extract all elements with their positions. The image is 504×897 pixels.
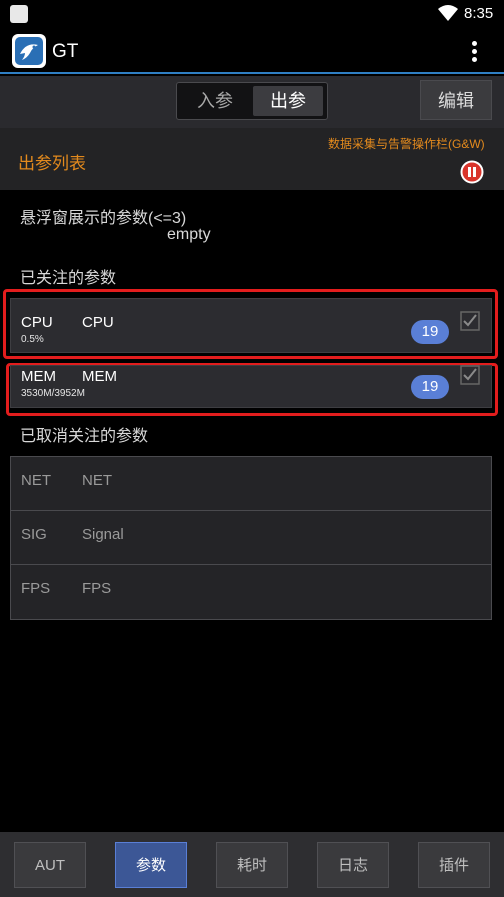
gt-logo-icon xyxy=(12,34,46,68)
nav-params-button[interactable]: 参数 xyxy=(115,842,187,888)
overflow-menu-icon[interactable] xyxy=(466,38,482,66)
pause-icon[interactable] xyxy=(460,160,484,184)
param-alias: MEM xyxy=(21,368,56,385)
status-bar xyxy=(0,0,504,28)
history-count-badge[interactable]: 19 xyxy=(411,375,449,399)
nav-timing-button[interactable]: 耗时 xyxy=(216,842,288,888)
param-name: NET xyxy=(82,472,112,489)
status-time: 8:35 xyxy=(464,5,494,22)
param-alias: FPS xyxy=(21,580,51,597)
watched-params-title: 已关注的参数 xyxy=(20,270,117,287)
floating-params-title: 悬浮窗展示的参数(<=3) xyxy=(20,210,187,227)
section-title: 出参列表 xyxy=(18,154,86,173)
param-name: CPU xyxy=(82,314,114,331)
checkbox-icon[interactable] xyxy=(460,365,480,385)
nav-plugin-button[interactable]: 插件 xyxy=(418,842,490,888)
checkbox-icon[interactable] xyxy=(460,311,480,331)
edit-button[interactable]: 编辑 xyxy=(420,80,492,120)
param-alias: SIG xyxy=(21,526,47,543)
nav-aut-button[interactable]: AUT xyxy=(14,842,86,888)
param-value: 3530M/3952M xyxy=(21,388,85,399)
floating-params-empty: empty xyxy=(167,226,211,243)
notification-square-icon xyxy=(10,5,28,23)
app-title: GT xyxy=(52,41,79,62)
param-alias: NET xyxy=(21,472,51,489)
param-value: 0.5% xyxy=(21,334,44,345)
section-note: 数据采集与告警操作栏(G&W) xyxy=(328,137,485,151)
param-name: Signal xyxy=(82,526,124,543)
cancelled-params-title: 已取消关注的参数 xyxy=(20,428,149,445)
param-name: FPS xyxy=(82,580,112,597)
history-count-badge[interactable]: 19 xyxy=(411,320,449,344)
param-alias: CPU xyxy=(21,314,53,331)
tab-output-params[interactable]: 出参 xyxy=(253,86,323,116)
tab-input-params[interactable]: 入参 xyxy=(180,86,250,116)
param-name: MEM xyxy=(82,368,117,385)
wifi-icon xyxy=(438,5,458,21)
nav-log-button[interactable]: 日志 xyxy=(317,842,389,888)
